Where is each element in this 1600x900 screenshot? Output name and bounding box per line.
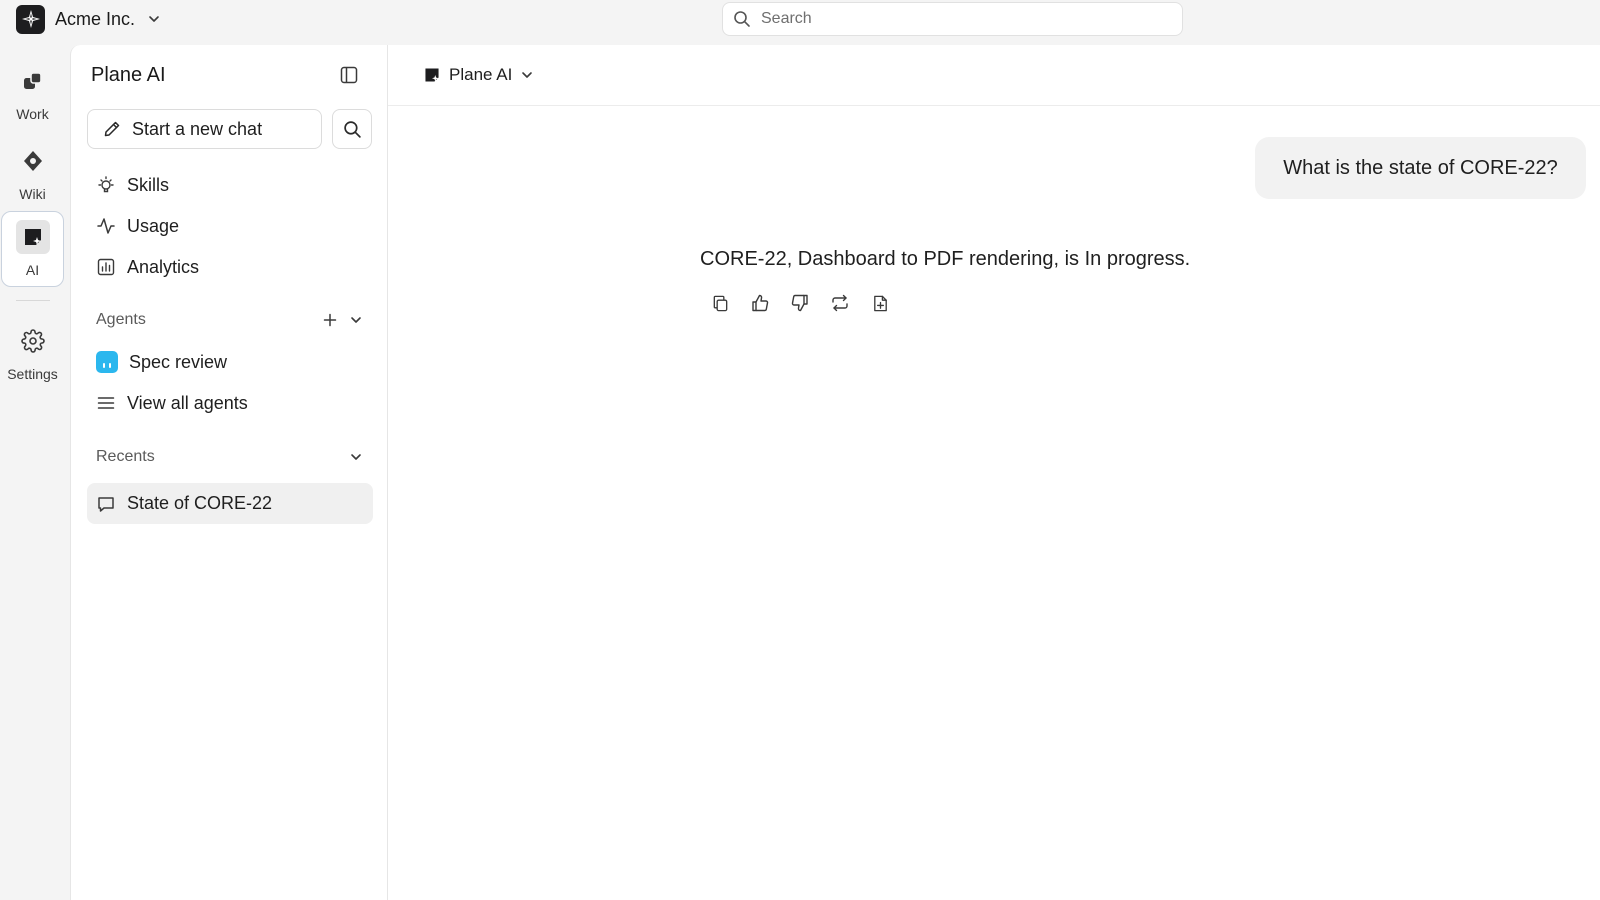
chevron-down-icon [349,313,363,327]
agent-avatar-icon [96,351,118,373]
list-icon [96,393,116,413]
sidebar-panel-icon [339,65,359,85]
sidebar-item-label: Skills [127,174,170,195]
view-all-agents-link[interactable]: View all agents [87,385,373,421]
sidebar-item-analytics[interactable]: Analytics [87,249,373,285]
app-rail: Work Wiki AI Settings [0,45,70,900]
plus-icon [323,313,337,327]
view-all-agents-label: View all agents [127,392,248,413]
rail-label: Work [16,106,49,122]
start-new-chat-label: Start a new chat [132,118,263,139]
wiki-icon [16,144,50,178]
search-icon [733,10,751,28]
chevron-down-icon [349,450,363,464]
response-actions [710,293,890,313]
recents-heading: Recents [96,448,155,465]
rail-label: AI [25,262,40,278]
agents-heading: Agents [96,311,146,328]
thumbs-up-button[interactable] [750,293,770,313]
sidebar-item-label: Analytics [127,256,200,277]
chevron-down-icon [520,68,534,82]
search-input[interactable] [761,10,1161,28]
sidebar-item-label: Usage [127,215,180,236]
gear-icon [16,324,50,358]
model-label: Plane AI [449,65,513,84]
recent-chat-item[interactable]: State of CORE-22 [87,483,373,524]
workspace-switcher[interactable]: Acme Inc. [16,4,161,34]
lightbulb-icon [96,175,116,195]
chat-bubble-icon [96,494,116,514]
ai-sidebar: Plane AI Start a new chat Skills Usage A… [70,45,388,900]
start-new-chat-button[interactable]: Start a new chat [87,109,322,149]
workspace-logo-icon [16,4,45,34]
chevron-down-icon [147,12,161,26]
agent-item-label: Spec review [129,351,228,372]
rail-item-wiki[interactable]: Wiki [1,135,64,211]
rail-label: Settings [7,366,58,382]
add-to-page-button[interactable] [870,293,890,313]
agents-collapse-toggle[interactable] [349,313,363,327]
sidebar-title: Plane AI [91,64,166,86]
global-search[interactable] [722,2,1183,36]
retry-button[interactable] [830,293,850,313]
search-icon [343,120,362,139]
add-agent-button[interactable] [323,313,337,327]
thumbs-down-button[interactable] [790,293,810,313]
recent-chat-label: State of CORE-22 [127,493,273,513]
model-switcher[interactable]: Plane AI [423,65,534,85]
agents-section-header: Agents [87,305,373,335]
thumbs-down-icon [790,293,810,313]
search-chats-button[interactable] [332,109,372,149]
recents-collapse-toggle[interactable] [349,450,363,464]
add-to-page-icon [871,294,890,313]
top-bar: Acme Inc. [0,0,1600,45]
activity-icon [96,216,116,236]
ai-icon [423,66,441,84]
thumbs-up-icon [750,293,770,313]
rail-item-ai[interactable]: AI [1,211,64,287]
agent-item-spec-review[interactable]: Spec review [87,344,373,380]
retry-icon [830,293,850,313]
sidebar-item-usage[interactable]: Usage [87,208,373,244]
rail-label: Wiki [19,186,46,202]
copy-button[interactable] [710,293,730,313]
chat-header: Plane AI [388,45,1600,106]
ai-icon [15,220,50,254]
rail-item-work[interactable]: Work [1,55,64,131]
rail-item-settings[interactable]: Settings [1,315,64,391]
copy-icon [711,294,730,313]
rail-divider [16,300,50,301]
user-message-bubble: What is the state of CORE-22? [1255,137,1586,199]
work-icon [16,64,50,98]
sidebar-item-skills[interactable]: Skills [87,167,373,203]
ai-response-text: CORE-22, Dashboard to PDF rendering, is … [700,248,1191,270]
workspace-name: Acme Inc. [55,8,136,29]
sidebar-toggle-button[interactable] [339,65,359,85]
recents-section-header: Recents [87,442,373,472]
bar-chart-icon [96,257,116,277]
pencil-icon [102,119,122,139]
chat-main: Plane AI What is the state of CORE-22? C… [388,45,1600,900]
